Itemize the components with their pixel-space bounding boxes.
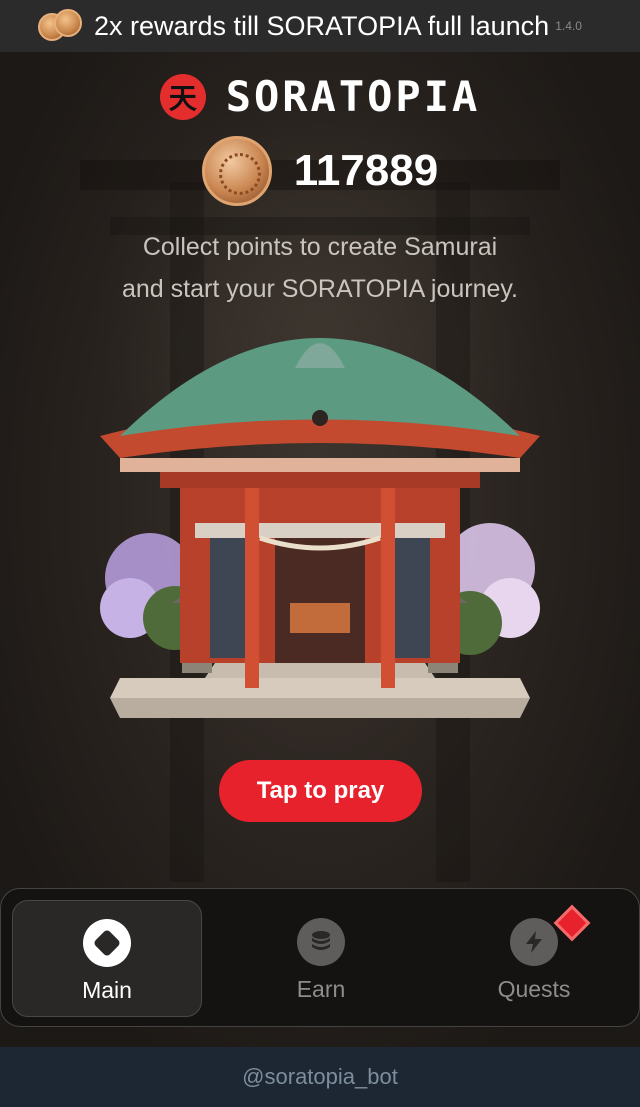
version-label: 1.4.0 [555, 19, 582, 33]
tap-to-pray-button[interactable]: Tap to pray [219, 760, 422, 822]
diamond-icon [83, 919, 131, 967]
coin-stack-icon [297, 918, 345, 966]
logo-mark-icon: 天 [159, 73, 206, 120]
lightning-icon [510, 918, 558, 966]
tagline-line-1: Collect points to create Samurai [142, 233, 498, 261]
tagline-line-2: and start your SORATOPIA journey. [121, 275, 518, 303]
nav-label-earn: Earn [296, 976, 346, 1002]
banner-text: 2x rewards till SORATOPIA full launch [94, 10, 550, 41]
nav-item-earn[interactable]: Earn [226, 900, 416, 1017]
shrine-illustration[interactable] [100, 318, 540, 728]
notification-badge-icon [553, 904, 591, 942]
points-display: 117889 [0, 136, 640, 206]
logo-text: SORATOPIA [225, 72, 481, 121]
bot-handle-footer: @soratopia_bot [0, 1047, 640, 1107]
logo: 天 SORATOPIA [0, 72, 640, 121]
nav-item-main[interactable]: Main [12, 900, 202, 1017]
coins-icon [38, 9, 86, 43]
bot-handle[interactable]: @soratopia_bot [242, 1064, 398, 1090]
promo-banner: 2x rewards till SORATOPIA full launch 1.… [0, 0, 640, 52]
nav-label-quests: Quests [497, 976, 571, 1002]
tagline: Collect points to create Samurai and sta… [0, 226, 640, 310]
coin-icon [201, 136, 272, 206]
nav-label-main: Main [82, 977, 132, 1003]
points-value: 117889 [293, 146, 439, 195]
nav-item-quests[interactable]: Quests [439, 900, 629, 1017]
bottom-nav: Main Earn Quests [0, 888, 640, 1027]
